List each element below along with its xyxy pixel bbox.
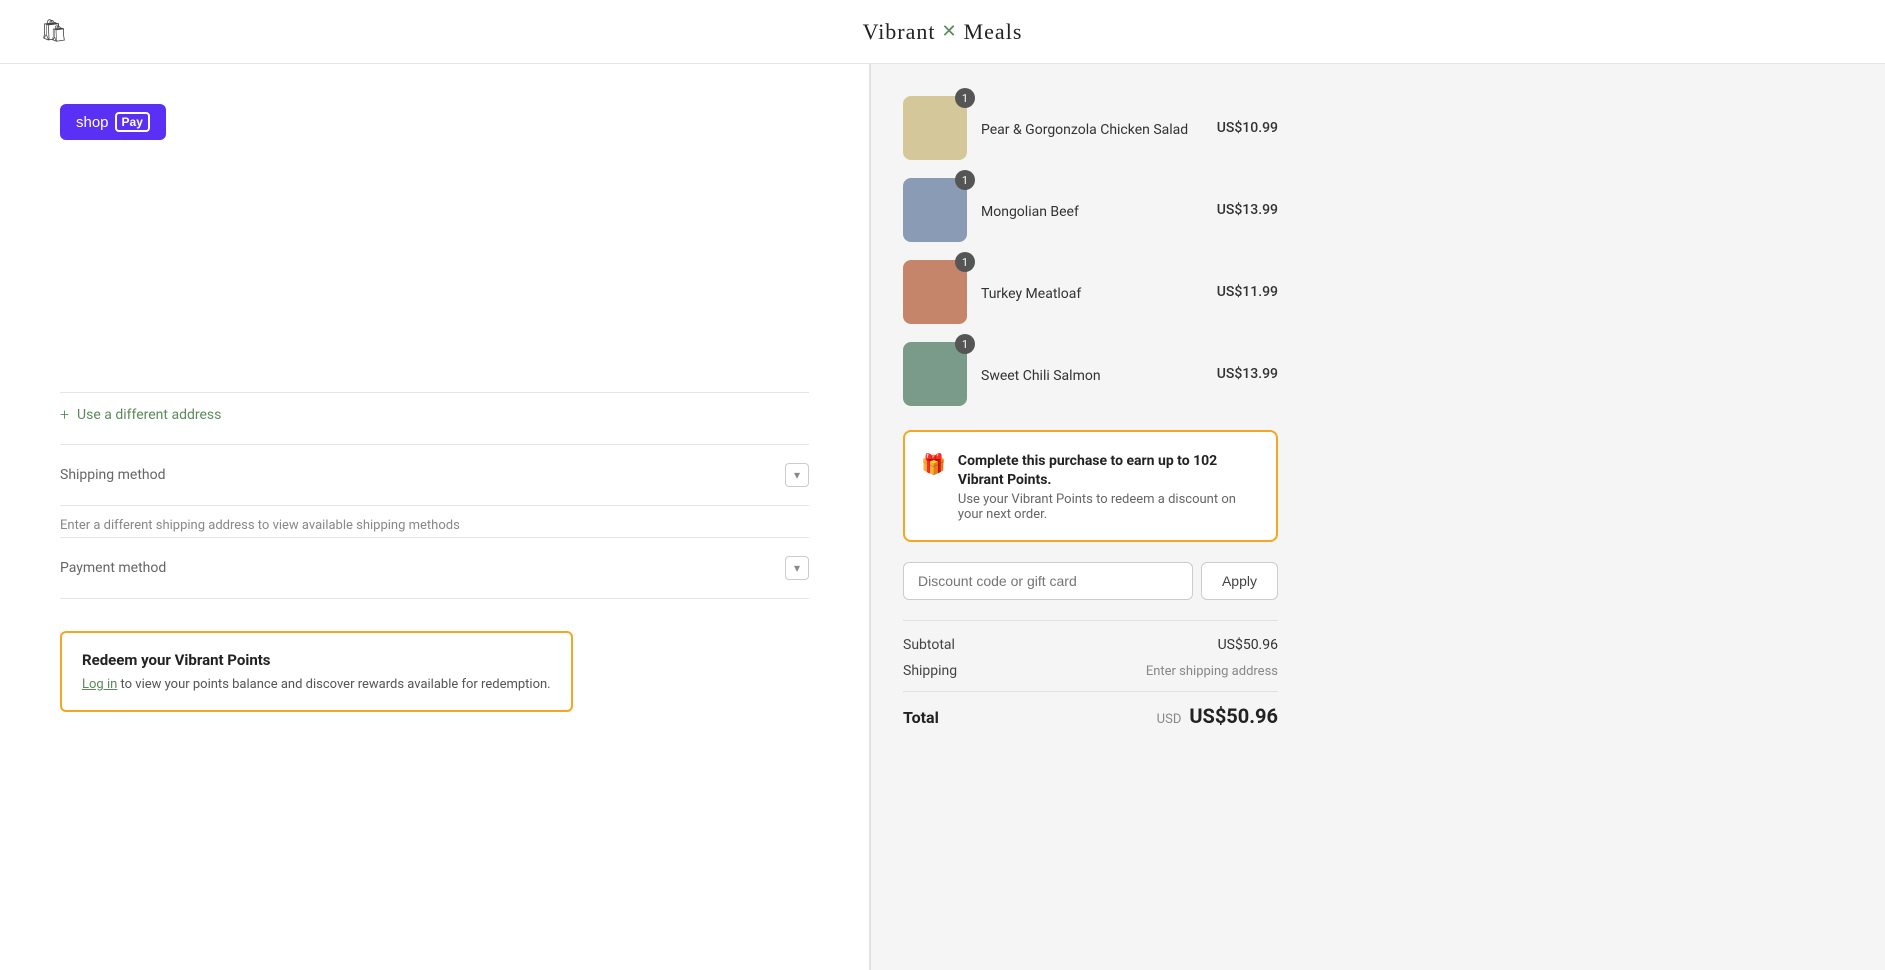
total-label: Total — [903, 708, 939, 727]
vibrant-points-promo-box: 🎁 Complete this purchase to earn up to 1… — [903, 430, 1278, 542]
shop-pay-shop-text: shop — [76, 114, 109, 131]
item-name: Turkey Meatloaf — [981, 286, 1081, 302]
item-quantity-badge: 1 — [955, 252, 975, 272]
total-currency: USD — [1157, 712, 1182, 727]
redeem-title: Redeem your Vibrant Points — [82, 651, 551, 669]
total-value: US$50.96 — [1189, 704, 1278, 728]
order-item: 1 Sweet Chili Salmon US$13.99 — [903, 342, 1278, 406]
use-different-address-link[interactable]: + Use a different address — [60, 392, 809, 436]
shipping-info-text: Enter a different shipping address to vi… — [60, 506, 809, 538]
discount-row: Apply — [903, 562, 1278, 600]
logo: Vibrant ✕ Meals — [863, 19, 1023, 45]
plus-icon: + — [60, 405, 69, 424]
shipping-row: Shipping Enter shipping address — [903, 663, 1278, 679]
vibrant-points-bold: Complete this purchase to earn up to 102… — [958, 453, 1217, 488]
discount-code-input[interactable] — [903, 562, 1193, 600]
item-price: US$10.99 — [1217, 120, 1278, 136]
shop-pay-badge: Pay — [115, 112, 150, 132]
shop-pay-button[interactable]: shop Pay — [60, 104, 166, 140]
item-image — [903, 96, 967, 160]
redeem-login-link[interactable]: Log in — [82, 677, 117, 692]
item-quantity-badge: 1 — [955, 88, 975, 108]
shipping-method-row[interactable]: Shipping method ▾ — [60, 444, 809, 506]
item-price: US$13.99 — [1217, 366, 1278, 382]
payment-method-chevron-icon: ▾ — [785, 556, 809, 580]
item-info: Mongolian Beef — [981, 201, 1203, 220]
address-section — [60, 172, 809, 392]
item-price: US$13.99 — [1217, 202, 1278, 218]
item-info: Sweet Chili Salmon — [981, 365, 1203, 384]
vibrant-points-text: Complete this purchase to earn up to 102… — [958, 450, 1260, 522]
redeem-subtitle: Log in to view your points balance and d… — [82, 677, 551, 692]
main-layout: shop Pay + Use a different address Shipp… — [0, 64, 1885, 970]
header: 🛍 Vibrant ✕ Meals — [0, 0, 1885, 64]
item-info: Pear & Gorgonzola Chicken Salad — [981, 119, 1203, 138]
item-image — [903, 260, 967, 324]
apply-button[interactable]: Apply — [1201, 562, 1278, 600]
item-image — [903, 178, 967, 242]
logo-separator: ✕ — [942, 21, 958, 42]
logo-text-left: Vibrant — [863, 19, 936, 45]
subtotal-label: Subtotal — [903, 637, 955, 653]
item-info: Turkey Meatloaf — [981, 283, 1203, 302]
shipping-value: Enter shipping address — [1146, 664, 1278, 679]
order-items-list: 1 Pear & Gorgonzola Chicken Salad US$10.… — [903, 96, 1278, 406]
logo-text-right: Meals — [964, 19, 1023, 45]
order-item: 1 Turkey Meatloaf US$11.99 — [903, 260, 1278, 324]
redeem-subtitle-rest: to view your points balance and discover… — [117, 677, 550, 692]
item-name: Mongolian Beef — [981, 204, 1079, 220]
totals-section: Subtotal US$50.96 Shipping Enter shippin… — [903, 620, 1278, 728]
item-image-wrap: 1 — [903, 342, 967, 406]
item-image-wrap: 1 — [903, 260, 967, 324]
payment-method-label: Payment method — [60, 560, 166, 576]
use-different-address-label: Use a different address — [77, 407, 221, 423]
redeem-vibrant-points-box: Redeem your Vibrant Points Log in to vie… — [60, 631, 573, 712]
total-value-group: USD US$50.96 — [1157, 704, 1278, 728]
order-item: 1 Pear & Gorgonzola Chicken Salad US$10.… — [903, 96, 1278, 160]
payment-method-row[interactable]: Payment method ▾ — [60, 538, 809, 599]
vibrant-points-sub: Use your Vibrant Points to redeem a disc… — [958, 492, 1260, 522]
gift-icon: 🎁 — [921, 452, 946, 476]
item-quantity-badge: 1 — [955, 170, 975, 190]
subtotal-row: Subtotal US$50.96 — [903, 637, 1278, 653]
item-image-wrap: 1 — [903, 96, 967, 160]
shipping-label: Shipping — [903, 663, 957, 679]
subtotal-value: US$50.96 — [1218, 637, 1278, 653]
item-price: US$11.99 — [1217, 284, 1278, 300]
grand-total-row: Total USD US$50.96 — [903, 691, 1278, 728]
item-name: Sweet Chili Salmon — [981, 368, 1101, 384]
item-image — [903, 342, 967, 406]
order-item: 1 Mongolian Beef US$13.99 — [903, 178, 1278, 242]
left-panel: shop Pay + Use a different address Shipp… — [0, 64, 870, 970]
shipping-method-label: Shipping method — [60, 467, 166, 483]
shipping-method-chevron-icon: ▾ — [785, 463, 809, 487]
item-image-wrap: 1 — [903, 178, 967, 242]
item-quantity-badge: 1 — [955, 334, 975, 354]
cart-icon[interactable]: 🛍 — [40, 19, 68, 44]
right-panel: 1 Pear & Gorgonzola Chicken Salad US$10.… — [870, 64, 1310, 970]
item-name: Pear & Gorgonzola Chicken Salad — [981, 122, 1188, 138]
